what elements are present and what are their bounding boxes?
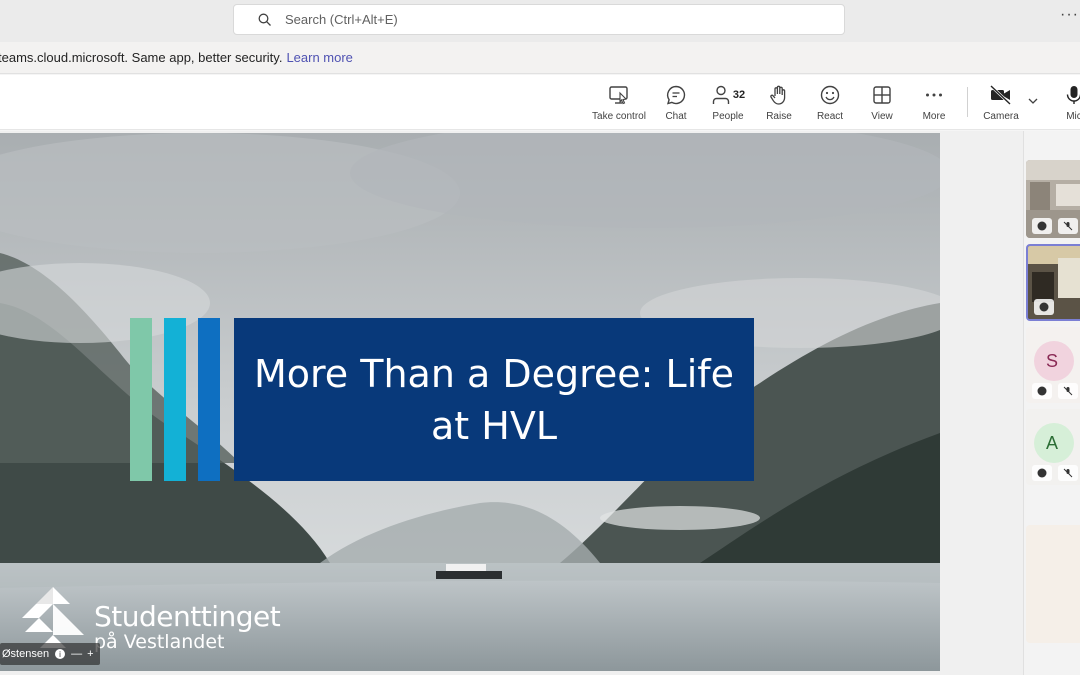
info-banner: teams.cloud.microsoft. Same app, better …	[0, 42, 1080, 74]
chevron-down-icon[interactable]	[1027, 95, 1039, 107]
chat-button[interactable]: Chat	[646, 83, 706, 127]
title-bar: Search (Ctrl+Alt+E) ···	[0, 0, 1080, 42]
take-control-button[interactable]: Take control	[589, 83, 649, 127]
accent-bar-cyan	[164, 318, 186, 481]
participant-status-icon	[1032, 465, 1052, 481]
studenttinget-logo-icon	[22, 587, 84, 648]
view-button[interactable]: View	[852, 83, 912, 127]
banner-text: teams.cloud.microsoft. Same app, better …	[0, 50, 283, 65]
microphone-icon	[1063, 83, 1080, 107]
mic-muted-icon	[1058, 465, 1078, 481]
camera-off-icon	[989, 83, 1013, 107]
brand-subtitle: på Vestlandet	[94, 631, 225, 653]
more-options-icon[interactable]: ···	[1060, 6, 1080, 26]
mic-muted-icon	[1058, 383, 1078, 399]
learn-more-link[interactable]: Learn more	[286, 50, 352, 65]
meeting-toolbar: Take control Chat 32 People Raise React …	[0, 75, 1080, 130]
accent-bar-green	[130, 318, 152, 481]
participant-tile-active[interactable]	[1026, 244, 1080, 321]
take-control-label: Take control	[592, 111, 646, 122]
participant-tile[interactable]	[1026, 160, 1080, 238]
participant-status-icon	[1032, 383, 1052, 399]
expand-icon[interactable]: +	[87, 648, 93, 660]
participant-tile[interactable]: A	[1026, 409, 1080, 485]
hand-icon	[768, 83, 790, 107]
raise-label: Raise	[766, 111, 792, 122]
people-label: People	[712, 111, 744, 122]
participant-status-icon	[1034, 299, 1054, 315]
smiley-icon	[819, 83, 841, 107]
avatar: S	[1034, 341, 1074, 381]
ellipsis-icon	[923, 83, 945, 107]
svg-text:i: i	[59, 650, 61, 659]
search-box[interactable]: Search (Ctrl+Alt+E)	[233, 4, 845, 35]
participant-status-icon	[1032, 218, 1052, 234]
slide-title-box: More Than a Degree: Life at HVL	[234, 318, 754, 481]
presenter-label: Østensen i — +	[0, 643, 100, 665]
mic-button[interactable]: Mic	[1044, 83, 1080, 127]
search-icon	[258, 13, 271, 26]
search-placeholder: Search (Ctrl+Alt+E)	[285, 12, 398, 27]
mic-muted-icon	[1058, 218, 1078, 234]
people-count: 32	[732, 89, 746, 101]
camera-button[interactable]: Camera	[971, 83, 1031, 127]
grid-view-icon	[871, 83, 893, 107]
more-button[interactable]: More	[904, 83, 964, 127]
people-icon: 32	[711, 83, 745, 107]
camera-label: Camera	[983, 111, 1019, 122]
participant-tile[interactable]: S	[1026, 327, 1080, 403]
toolbar-divider	[967, 87, 968, 117]
brand-name: Studenttinget	[94, 600, 281, 633]
participant-tile[interactable]	[1026, 525, 1080, 643]
chat-icon	[665, 83, 687, 107]
take-control-icon	[608, 83, 630, 107]
chat-label: Chat	[665, 111, 687, 122]
react-label: React	[816, 111, 844, 122]
presenter-status-icon: i	[55, 649, 66, 659]
avatar: A	[1034, 423, 1074, 463]
shared-slide: More Than a Degree: Life at HVL	[0, 133, 940, 671]
more-label: More	[922, 111, 946, 122]
view-label: View	[871, 111, 893, 122]
mic-label: Mic	[1066, 111, 1080, 122]
slide-title: More Than a Degree: Life at HVL	[253, 351, 735, 448]
presenter-name: Østensen	[2, 648, 50, 660]
react-button[interactable]: React	[800, 83, 860, 127]
minimize-icon[interactable]: —	[71, 648, 82, 660]
accent-bar-blue	[198, 318, 220, 481]
